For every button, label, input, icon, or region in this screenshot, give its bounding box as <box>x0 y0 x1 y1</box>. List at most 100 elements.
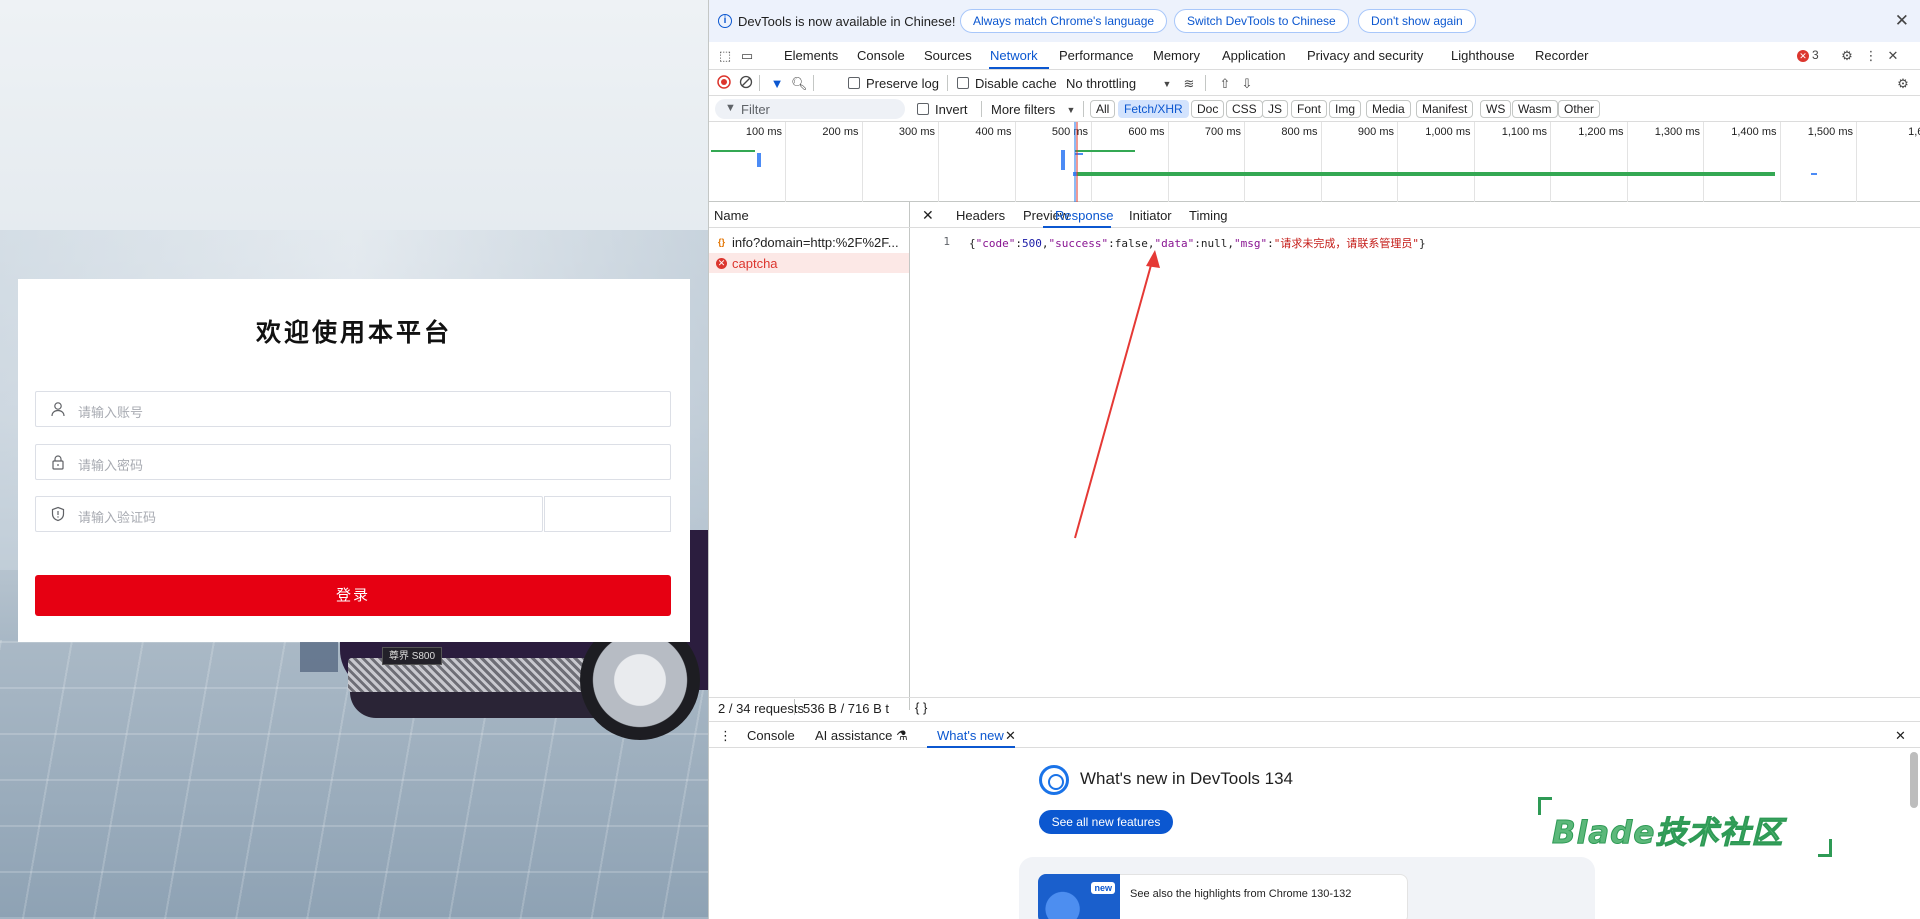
chip-font[interactable]: Font <box>1291 100 1328 118</box>
drawer-menu-icon[interactable]: ⋮ <box>719 728 732 744</box>
throttling-select[interactable]: No throttling <box>1066 76 1136 91</box>
tab-response[interactable]: Response <box>1055 208 1114 223</box>
invert-checkbox[interactable] <box>917 103 929 115</box>
filter-icon[interactable]: ▼ <box>769 76 785 92</box>
tab-console[interactable]: Console <box>857 48 905 63</box>
lock-icon <box>52 455 64 470</box>
new-tag: new <box>1091 882 1115 894</box>
drawer-tab-console[interactable]: Console <box>747 728 795 743</box>
chip-media[interactable]: Media <box>1366 100 1411 118</box>
switch-to-chinese-button[interactable]: Switch DevTools to Chinese <box>1174 9 1349 33</box>
request-row-info[interactable]: {} info?domain=http:%2F%2F... <box>709 232 909 252</box>
chip-doc[interactable]: Doc <box>1191 100 1225 118</box>
chip-all[interactable]: All <box>1090 100 1116 118</box>
chip-wasm[interactable]: Wasm <box>1512 100 1558 118</box>
chip-img[interactable]: Img <box>1329 100 1362 118</box>
chip-js[interactable]: JS <box>1262 100 1289 118</box>
language-infobar: i DevTools is now available in Chinese! … <box>709 0 1920 42</box>
overview-bars <box>711 122 1817 202</box>
active-detail-tab-indicator <box>1043 226 1111 228</box>
scrollbar[interactable] <box>1910 752 1918 808</box>
overview-bar-8 <box>1061 150 1065 170</box>
flask-icon: ⚗ <box>896 728 908 743</box>
active-tab-indicator <box>989 67 1049 69</box>
info-icon: i <box>718 14 732 28</box>
overview-bar-4 <box>1075 153 1083 155</box>
more-filters-chevron-icon: ▼ <box>1066 105 1076 115</box>
drawer-tab-whats-new[interactable]: What's new <box>937 728 1004 743</box>
captcha-placeholder: 请输入验证码 <box>78 511 157 526</box>
tab-sources[interactable]: Sources <box>924 48 972 63</box>
more-filters-dropdown[interactable]: More filters <box>991 102 1055 117</box>
request-list: Name {} info?domain=http:%2F%2F... ✕ cap… <box>709 202 910 710</box>
close-devtools-icon[interactable]: ✕ <box>1885 48 1901 64</box>
preserve-log-label: Preserve log <box>866 76 939 91</box>
login-title: 欢迎使用本平台 <box>255 318 452 347</box>
pretty-print-icon[interactable]: { } <box>915 700 927 715</box>
tab-privacy-security[interactable]: Privacy and security <box>1307 48 1423 63</box>
chip-manifest[interactable]: Manifest <box>1416 100 1474 118</box>
tab-timing[interactable]: Timing <box>1189 208 1228 223</box>
see-all-features-button[interactable]: See all new features <box>1039 810 1173 834</box>
network-toolbar: ▼ 🔍︎ Preserve log Disable cache No throt… <box>709 70 1920 96</box>
devtools-panel: i DevTools is now available in Chinese! … <box>708 0 1920 919</box>
network-settings-gear-icon[interactable]: ⚙ <box>1895 76 1911 92</box>
request-detail-pane: ✕ Headers Preview Response Initiator Tim… <box>910 202 1920 710</box>
close-icon[interactable]: ✕ <box>1895 11 1909 31</box>
name-column-header[interactable]: Name <box>709 202 910 228</box>
close-tab-icon[interactable]: ✕ <box>1005 728 1016 744</box>
tab-memory[interactable]: Memory <box>1153 48 1200 63</box>
import-har-icon[interactable]: ⇧ <box>1217 76 1233 92</box>
tab-network[interactable]: Network <box>990 48 1038 63</box>
record-icon[interactable] <box>716 75 732 91</box>
chip-ws[interactable]: WS <box>1480 100 1512 118</box>
close-detail-icon[interactable]: ✕ <box>922 207 934 224</box>
tab-recorder[interactable]: Recorder <box>1535 48 1588 63</box>
login-button[interactable]: 登录 <box>35 575 671 616</box>
export-har-icon[interactable]: ⇩ <box>1239 76 1255 92</box>
transferred-size: 536 B / 716 B t <box>803 701 890 716</box>
overview-bar-7 <box>1811 173 1817 175</box>
disable-cache-label: Disable cache <box>975 76 1057 91</box>
tab-initiator[interactable]: Initiator <box>1129 208 1172 223</box>
device-toolbar-icon[interactable]: ▭ <box>739 48 755 64</box>
tab-elements[interactable]: Elements <box>784 48 838 63</box>
chip-fetch-xhr[interactable]: Fetch/XHR <box>1118 100 1189 118</box>
request-row-captcha[interactable]: ✕ captcha <box>709 253 909 273</box>
inspect-element-icon[interactable]: ⬚ <box>717 48 733 64</box>
filter-bar: ▼ Filter Invert More filters ▼ All Fetch… <box>709 96 1920 122</box>
captcha-image[interactable] <box>544 496 671 532</box>
disable-cache-checkbox[interactable] <box>957 77 969 89</box>
tab-lighthouse[interactable]: Lighthouse <box>1451 48 1515 63</box>
preserve-log-checkbox[interactable] <box>848 77 860 89</box>
response-json: {"code":500,"success":false,"data":null,… <box>969 237 1426 250</box>
whats-new-title: What's new in DevTools 134 <box>1080 769 1294 788</box>
search-icon[interactable]: 🔍︎ <box>791 76 808 92</box>
password-input[interactable]: 请输入密码 <box>35 444 671 480</box>
network-overview-timeline[interactable]: 100 ms 200 ms 300 ms 400 ms 500 ms 600 ms 700 … <box>709 122 1920 202</box>
error-count-badge[interactable]: ✕ 3 <box>1797 48 1819 62</box>
overview-bar-3 <box>1075 150 1135 152</box>
response-body-line[interactable]: 1 {"code":500,"success":false,"data":nul… <box>910 235 1920 251</box>
highlights-thumbnail: new <box>1038 874 1120 919</box>
gear-icon[interactable]: ⚙ <box>1839 48 1855 64</box>
close-drawer-icon[interactable]: ✕ <box>1895 728 1906 744</box>
filter-input[interactable]: ▼ Filter <box>715 99 905 119</box>
dont-show-again-button[interactable]: Don't show again <box>1358 9 1476 33</box>
account-input[interactable]: 请输入账号 <box>35 391 671 427</box>
network-conditions-icon[interactable]: ≋ <box>1181 76 1197 92</box>
always-match-language-button[interactable]: Always match Chrome's language <box>960 9 1168 33</box>
chip-css[interactable]: CSS <box>1226 100 1263 118</box>
chip-other[interactable]: Other <box>1558 100 1601 118</box>
drawer-tab-ai-assistance[interactable]: AI assistance <box>815 728 892 743</box>
clear-icon[interactable] <box>738 75 754 91</box>
captcha-input[interactable]: 请输入验证码 <box>35 496 543 532</box>
filter-placeholder: Filter <box>741 102 770 117</box>
account-placeholder: 请输入账号 <box>78 406 144 421</box>
xhr-icon: {} <box>717 237 725 247</box>
user-icon <box>51 402 65 417</box>
tab-headers[interactable]: Headers <box>956 208 1005 223</box>
tab-application[interactable]: Application <box>1222 48 1286 63</box>
tab-performance[interactable]: Performance <box>1059 48 1133 63</box>
more-options-icon[interactable]: ⋮ <box>1863 48 1879 64</box>
